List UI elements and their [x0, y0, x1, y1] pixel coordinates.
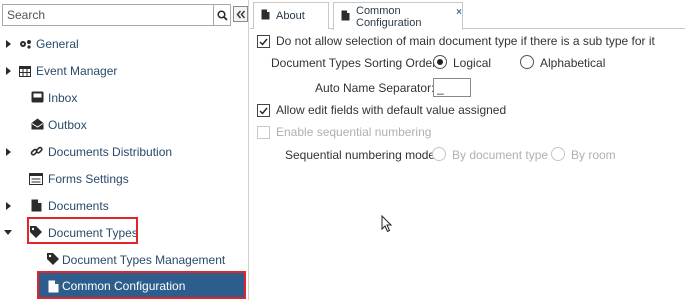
sidebar-item-general[interactable]: General — [0, 30, 249, 57]
tab-bar: About Common Configuration × — [250, 0, 685, 30]
gears-icon — [18, 37, 32, 51]
document-icon — [261, 9, 270, 23]
expand-caret-icon[interactable] — [6, 148, 11, 156]
expand-caret-icon[interactable] — [6, 40, 11, 48]
sidebar-item-label: General — [36, 36, 79, 51]
sidebar-item-label: Common Configuration — [62, 279, 186, 293]
close-tab-icon[interactable]: × — [456, 7, 462, 18]
sidebar-item-label: Event Manager — [36, 63, 118, 78]
collapse-caret-icon[interactable] — [4, 230, 12, 235]
sidebar-item-outbox[interactable]: Outbox — [0, 111, 249, 138]
sidebar-item-document-types-management[interactable]: Document Types Management — [0, 246, 249, 273]
seq-mode-room-radio[interactable] — [551, 147, 565, 161]
sorting-logical-radio[interactable] — [433, 55, 447, 69]
form-icon — [29, 172, 43, 186]
sidebar: General Event Manager Inbox Outbox Docum… — [0, 0, 249, 300]
sidebar-item-label: Documents Distribution — [48, 144, 173, 159]
sidebar-item-documents-distribution[interactable]: Documents Distribution — [0, 138, 249, 165]
no-main-type-checkbox[interactable] — [257, 35, 270, 48]
document-icon — [29, 198, 43, 212]
expand-caret-icon[interactable] — [6, 202, 11, 210]
outbox-icon — [30, 117, 44, 131]
sidebar-item-label: Inbox — [48, 90, 78, 105]
auto-name-separator-input[interactable] — [433, 78, 471, 97]
checkmark-icon — [259, 107, 268, 115]
tab-label: About — [276, 10, 305, 22]
document-icon — [341, 10, 350, 24]
link-icon — [29, 144, 43, 158]
sidebar-item-label: Forms Settings — [48, 171, 129, 186]
allow-edit-default-checkbox[interactable] — [257, 104, 270, 117]
sequential-mode-label: Sequential numbering mode: — [285, 148, 439, 162]
common-configuration-panel: Do not allow selection of main document … — [250, 30, 685, 300]
seq-mode-room-label: By room — [571, 148, 616, 162]
sidebar-item-label: Documents — [48, 198, 109, 213]
tab-about[interactable]: About — [253, 2, 329, 29]
sidebar-item-event-manager[interactable]: Event Manager — [0, 57, 249, 84]
sorting-alphabetical-label: Alphabetical — [540, 56, 606, 70]
document-icon — [46, 279, 60, 293]
enable-sequential-numbering-checkbox[interactable] — [257, 126, 270, 139]
no-main-type-label: Do not allow selection of main document … — [276, 34, 655, 48]
sidebar-item-documents[interactable]: Documents — [0, 192, 249, 219]
sidebar-item-common-configuration[interactable]: Common Configuration — [37, 271, 246, 299]
sorting-order-label: Document Types Sorting Order: — [271, 56, 440, 70]
tag-icon — [46, 252, 60, 266]
tab-common-configuration[interactable]: Common Configuration × — [333, 2, 463, 30]
search-icon — [216, 9, 228, 21]
seq-mode-document-type-radio[interactable] — [432, 147, 446, 161]
checkmark-icon — [259, 38, 268, 46]
mouse-cursor-icon — [381, 215, 393, 233]
search-input[interactable] — [2, 4, 214, 26]
auto-name-separator-label: Auto Name Separator: — [315, 81, 435, 95]
calendar-icon — [18, 64, 32, 78]
tab-label: Common Configuration — [356, 4, 422, 29]
sidebar-item-label: Document Types Management — [62, 252, 226, 267]
sidebar-item-inbox[interactable]: Inbox — [0, 84, 249, 111]
search-button[interactable] — [214, 4, 231, 26]
radio-selected-dot — [437, 59, 443, 65]
sorting-alphabetical-radio[interactable] — [520, 55, 534, 69]
double-chevron-left-icon — [236, 10, 245, 18]
sidebar-item-forms-settings[interactable]: Forms Settings — [0, 165, 249, 192]
highlight-box — [27, 217, 138, 244]
inbox-icon — [30, 90, 44, 104]
enable-sequential-numbering-label: Enable sequential numbering — [276, 125, 432, 139]
search-bar — [2, 4, 248, 26]
collapse-sidebar-button[interactable] — [233, 6, 248, 22]
expand-caret-icon[interactable] — [6, 67, 11, 75]
sidebar-item-label: Outbox — [48, 117, 87, 132]
sorting-logical-label: Logical — [453, 56, 492, 70]
seq-mode-document-type-label: By document type — [452, 148, 549, 162]
allow-edit-default-label: Allow edit fields with default value ass… — [276, 103, 507, 117]
